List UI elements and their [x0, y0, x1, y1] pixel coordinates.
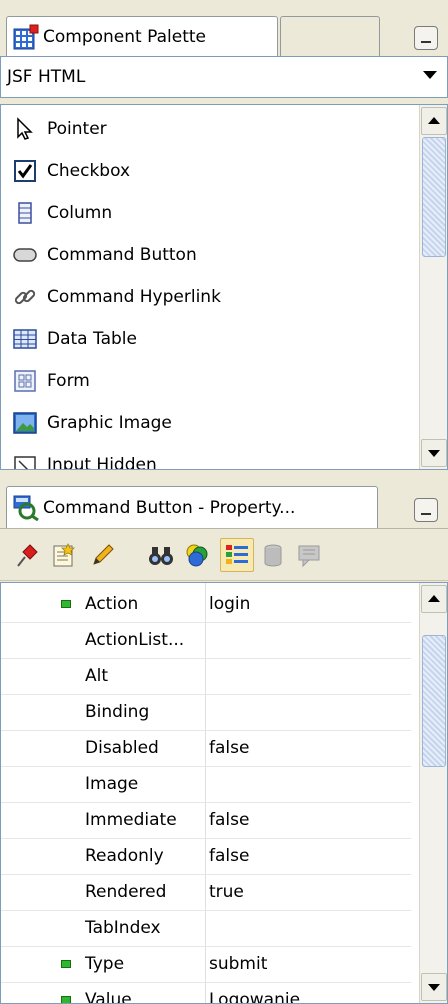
palette-item-label: Data Table	[47, 329, 137, 349]
palette-icon	[13, 24, 39, 49]
palette-item-label: Command Hyperlink	[47, 287, 221, 307]
properties-scrollbar[interactable]	[419, 583, 447, 1003]
palette-item-label: Input Hidden	[47, 455, 157, 470]
inspector-toolbar	[0, 530, 448, 581]
arrow-up-icon	[428, 595, 440, 602]
property-row[interactable]: Value Logowanie	[1, 983, 411, 1004]
scroll-down-button[interactable]	[421, 439, 447, 467]
property-name: Value	[85, 990, 132, 1004]
property-name: Action	[85, 594, 139, 614]
palette-list: Pointer Checkbox Column Command Button C…	[0, 104, 448, 470]
property-name: ActionList...	[85, 630, 185, 650]
scroll-thumb[interactable]	[422, 137, 446, 257]
property-row[interactable]: Action login	[1, 587, 411, 623]
property-row[interactable]: Binding	[1, 695, 411, 731]
property-name: Disabled	[85, 738, 159, 758]
modified-marker-icon	[61, 600, 71, 608]
pencil-icon[interactable]	[90, 542, 116, 568]
arrow-up-icon	[428, 117, 440, 124]
property-row[interactable]: ActionList...	[1, 623, 411, 659]
palette-tab-bar: Component Palette	[0, 0, 448, 57]
property-value[interactable]: false	[209, 738, 249, 758]
palette-item-command-button[interactable]: Command Button	[1, 235, 411, 275]
command-button-icon	[13, 248, 37, 262]
scroll-down-button[interactable]	[421, 973, 447, 1001]
binoculars-icon[interactable]	[148, 542, 174, 568]
inspector-tab-bar: Command Button - Property...	[0, 472, 448, 529]
scroll-thumb[interactable]	[422, 635, 446, 767]
palette-item-form[interactable]: Form	[1, 361, 411, 401]
palette-scrollbar[interactable]	[419, 105, 447, 469]
palette-item-input-hidden[interactable]: Input Hidden	[1, 445, 411, 470]
pointer-icon	[17, 117, 33, 140]
property-value[interactable]: submit	[209, 954, 267, 974]
property-name: Rendered	[85, 882, 167, 902]
property-value[interactable]: false	[209, 846, 249, 866]
data-table-icon	[13, 329, 37, 349]
database-icon[interactable]	[260, 542, 286, 568]
pin-icon[interactable]	[14, 542, 40, 568]
palette-item-label: Column	[47, 203, 113, 223]
property-value[interactable]: Logowanie	[209, 990, 300, 1003]
empty-tab-slot	[280, 16, 380, 56]
property-inspector-icon	[13, 495, 39, 521]
palette-item-label: Command Button	[47, 245, 197, 265]
minimize-inspector-button[interactable]	[414, 498, 438, 522]
property-table: Action login ActionList... Alt Binding Disabl…	[0, 582, 448, 1004]
modified-marker-icon	[61, 996, 71, 1003]
palette-item-checkbox[interactable]: Checkbox	[1, 151, 411, 191]
palette-item-graphic-image[interactable]: Graphic Image	[1, 403, 411, 443]
palette-item-label: Graphic Image	[47, 413, 172, 433]
minimize-palette-button[interactable]	[414, 26, 438, 50]
scroll-up-button[interactable]	[421, 107, 447, 135]
comment-icon[interactable]	[296, 542, 322, 568]
property-inspector-tab[interactable]: Command Button - Property...	[6, 486, 378, 528]
inspector-tab-title: Command Button - Property...	[43, 497, 296, 518]
property-row[interactable]: Type submit	[1, 947, 411, 983]
property-row[interactable]: Immediate false	[1, 803, 411, 839]
command-hyperlink-icon	[14, 289, 36, 305]
library-select[interactable]: JSF HTML	[0, 56, 448, 98]
palette-item-label: Checkbox	[47, 161, 131, 181]
modified-marker-icon	[61, 960, 71, 968]
library-select-value: JSF HTML	[7, 67, 86, 87]
property-name: Binding	[85, 702, 150, 722]
palette-item-data-table[interactable]: Data Table	[1, 319, 411, 359]
property-name: Type	[85, 954, 125, 974]
categorized-view-icon	[226, 545, 248, 564]
property-name: Immediate	[85, 810, 177, 830]
palette-item-command-hyperlink[interactable]: Command Hyperlink	[1, 277, 411, 317]
scroll-up-button[interactable]	[421, 585, 447, 613]
color-spheres-icon[interactable]	[184, 542, 210, 568]
property-name: Readonly	[85, 846, 164, 866]
palette-item-label: Form	[47, 371, 90, 391]
categorized-view-button[interactable]	[220, 538, 254, 572]
graphic-image-icon	[13, 412, 37, 434]
property-row[interactable]: TabIndex	[1, 911, 411, 947]
property-value[interactable]: true	[209, 882, 244, 902]
arrow-down-icon	[428, 450, 440, 457]
property-name: TabIndex	[85, 918, 161, 938]
property-row[interactable]: Disabled false	[1, 731, 411, 767]
property-value[interactable]: login	[209, 594, 250, 614]
property-value[interactable]: false	[209, 810, 249, 830]
property-name: Alt	[85, 666, 109, 686]
property-row[interactable]: Alt	[1, 659, 411, 695]
property-row[interactable]: Image	[1, 767, 411, 803]
checkbox-icon	[14, 160, 36, 182]
property-row[interactable]: Rendered true	[1, 875, 411, 911]
palette-item-label: Pointer	[47, 119, 107, 139]
arrow-down-icon	[428, 984, 440, 991]
property-name: Image	[85, 774, 139, 794]
input-hidden-icon	[14, 456, 36, 469]
palette-item-pointer[interactable]: Pointer	[1, 109, 411, 149]
form-icon	[14, 370, 36, 392]
edit-properties-icon[interactable]	[52, 542, 78, 568]
column-icon	[18, 202, 32, 224]
palette-item-column[interactable]: Column	[1, 193, 411, 233]
property-row[interactable]: Readonly false	[1, 839, 411, 875]
chevron-down-icon[interactable]	[423, 71, 437, 79]
component-palette-tab[interactable]: Component Palette	[6, 16, 278, 56]
palette-tab-title: Component Palette	[43, 26, 206, 47]
